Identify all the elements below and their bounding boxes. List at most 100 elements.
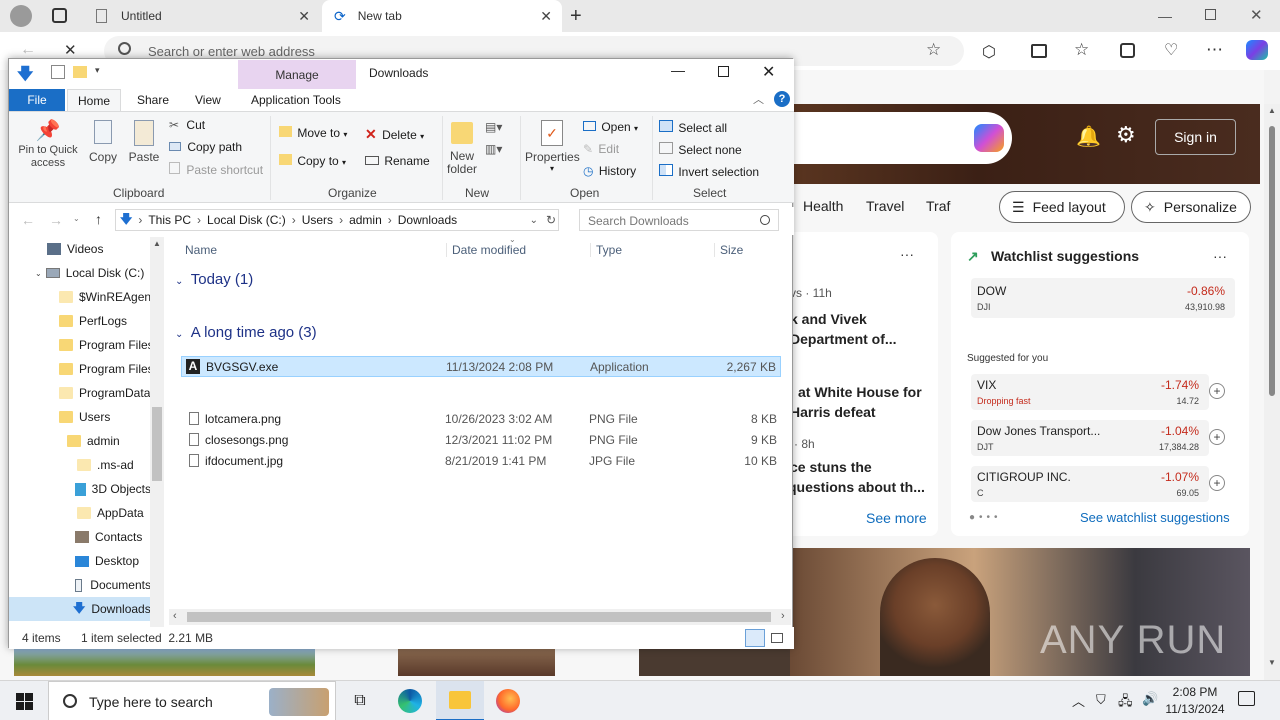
add-to-watchlist-icon[interactable]: +	[1209, 429, 1225, 445]
show-hidden-icons-icon[interactable]: ︿	[1072, 691, 1085, 710]
headline-3-line-1[interactable]: ce stuns the	[790, 459, 872, 475]
breadcrumb-downloads[interactable]: Downloads	[398, 213, 457, 227]
help-icon[interactable]: ?	[774, 91, 790, 107]
new-tab-plus-icon[interactable]: +	[570, 5, 582, 28]
tree-item-program-files-x86[interactable]: Program Files	[59, 357, 151, 381]
tree-item-videos[interactable]: Videos	[47, 237, 151, 261]
copy-button[interactable]: Copy	[85, 118, 121, 172]
collections-icon[interactable]	[1120, 43, 1135, 58]
open-button[interactable]: Open ▾	[583, 120, 638, 134]
security-tray-icon[interactable]: ⛉	[1096, 692, 1106, 708]
tree-scrollbar[interactable]: ▲	[150, 237, 164, 627]
column-header-type[interactable]: Type	[590, 243, 622, 257]
forward-icon[interactable]: →	[49, 212, 63, 228]
split-screen-icon[interactable]	[1031, 44, 1047, 58]
tab-home[interactable]: Home	[67, 89, 121, 112]
tree-item-perflogs[interactable]: PerfLogs	[59, 309, 151, 333]
tab-view[interactable]: View	[195, 93, 221, 107]
headline-2-line-2[interactable]: Harris defeat	[790, 404, 876, 420]
see-watchlist-suggestions-link[interactable]: See watchlist suggestions	[1080, 510, 1230, 525]
copilot-search-pill[interactable]	[790, 112, 1012, 164]
scroll-thumb[interactable]	[187, 612, 771, 622]
file-explorer-taskbar-icon[interactable]	[436, 681, 484, 720]
see-more-link[interactable]: See more	[866, 510, 927, 526]
column-header-size[interactable]: Size	[714, 243, 743, 257]
scroll-right-icon[interactable]: ›	[781, 610, 785, 622]
scroll-thumb[interactable]	[152, 407, 162, 481]
properties-qat-icon[interactable]	[51, 65, 65, 79]
tree-item-users[interactable]: Users	[59, 405, 151, 429]
up-folder-icon[interactable]: ↑	[95, 211, 102, 227]
scroll-down-icon[interactable]: ▼	[1268, 658, 1276, 667]
breadcrumb-this-pc[interactable]: This PC	[148, 213, 191, 227]
stop-icon[interactable]: ✕	[64, 41, 77, 59]
clock[interactable]: 2:08 PM 11/13/2024	[1164, 684, 1226, 718]
maximize-icon[interactable]	[718, 66, 729, 77]
add-to-watchlist-icon[interactable]: +	[1209, 475, 1225, 491]
news-nav-travel[interactable]: Travel	[866, 198, 904, 214]
paste-button[interactable]: Paste	[125, 118, 163, 172]
task-view-icon[interactable]: ⧉	[336, 681, 384, 720]
file-row[interactable]: A BVGSGV.exe 11/13/2024 2:08 PM Applicat…	[181, 356, 781, 377]
qat-dropdown-icon[interactable]: ▾	[95, 65, 100, 76]
feed-layout-button[interactable]: ☰ Feed layout	[999, 191, 1125, 223]
headline-3-line-2[interactable]: questions about th...	[788, 479, 925, 495]
collapse-ribbon-icon[interactable]: ︿	[753, 91, 764, 107]
column-header-name[interactable]: Name	[185, 243, 217, 257]
properties-button[interactable]: ✓ Properties ▾	[525, 118, 580, 182]
notifications-bell-icon[interactable]: 🔔	[1076, 124, 1101, 149]
folder-qat-icon[interactable]	[73, 66, 87, 78]
notifications-icon[interactable]	[1238, 691, 1255, 706]
breadcrumb-admin[interactable]: admin	[349, 213, 382, 227]
tree-item-documents[interactable]: Documents	[75, 573, 151, 597]
close-window-icon[interactable]: ✕	[1250, 6, 1263, 24]
news-image-tile[interactable]	[639, 648, 794, 676]
tree-item-appdata[interactable]: AppData	[77, 501, 151, 525]
close-icon[interactable]: ✕	[298, 8, 310, 25]
carousel-dots[interactable]: ●•••	[969, 512, 1002, 523]
copy-to-button[interactable]: Copy to ▾	[279, 154, 346, 168]
details-view-icon[interactable]	[745, 629, 765, 647]
tree-item-desktop[interactable]: Desktop	[75, 549, 151, 573]
tab-application-tools[interactable]: Application Tools	[251, 93, 341, 107]
new-folder-button[interactable]: New folder	[445, 118, 479, 182]
select-all-button[interactable]: Select all	[659, 120, 727, 135]
file-row[interactable]: closesongs.png 12/3/2021 11:02 PM PNG Fi…	[181, 430, 781, 451]
invert-selection-button[interactable]: Invert selection	[659, 164, 759, 179]
tab-file[interactable]: File	[9, 89, 65, 111]
cut-button[interactable]: ✂ Cut	[169, 118, 205, 132]
start-button[interactable]	[0, 681, 48, 720]
copilot-icon[interactable]	[1246, 40, 1268, 60]
back-icon[interactable]: ←	[20, 41, 36, 59]
tree-item-downloads[interactable]: 🡇 Downloads	[9, 597, 151, 621]
delete-button[interactable]: ✕ Delete ▾	[365, 126, 424, 143]
easy-access-button[interactable]: ▥▾	[485, 142, 502, 156]
taskbar-search-box[interactable]: Type here to search	[48, 681, 336, 720]
scroll-up-icon[interactable]: ▲	[153, 239, 161, 248]
group-header-today[interactable]: ⌄ Today (1)	[175, 271, 775, 288]
news-nav-traffic[interactable]: Traf	[926, 198, 950, 214]
history-button[interactable]: ◷ History	[583, 164, 636, 178]
restore-icon[interactable]	[1205, 9, 1216, 20]
headline-1-line-2[interactable]: Department of...	[790, 331, 897, 347]
column-header-date[interactable]: Date modified	[446, 243, 526, 257]
watchlist-more-icon[interactable]: ···	[1213, 248, 1227, 264]
sign-in-button[interactable]: Sign in	[1155, 119, 1236, 155]
stock-row-djt[interactable]: Dow Jones Transport... DJT -1.04% 17,384…	[971, 420, 1209, 456]
close-icon[interactable]: ✕	[540, 8, 552, 25]
move-to-button[interactable]: Move to ▾	[279, 126, 347, 140]
horizontal-scrollbar[interactable]: ‹ ›	[169, 609, 791, 625]
copy-path-button[interactable]: Copy path	[169, 140, 242, 154]
edge-taskbar-icon[interactable]	[386, 681, 434, 720]
scroll-thumb[interactable]	[1269, 126, 1275, 396]
large-icons-view-icon[interactable]	[771, 633, 783, 643]
page-scrollbar[interactable]: ▲ ▼	[1264, 104, 1280, 680]
firefox-taskbar-icon[interactable]	[484, 681, 532, 720]
refresh-icon[interactable]: ↻	[546, 213, 556, 227]
news-image-tile[interactable]	[14, 648, 315, 676]
breadcrumb-local-disk[interactable]: Local Disk (C:)	[207, 213, 286, 227]
quick-access-down-arrow-icon[interactable]: 🡇	[17, 63, 33, 90]
tab-untitled[interactable]: Untitled ✕	[86, 0, 322, 32]
favorite-star-icon[interactable]: ☆	[926, 40, 941, 60]
personalize-button[interactable]: ✧ Personalize	[1131, 191, 1251, 223]
